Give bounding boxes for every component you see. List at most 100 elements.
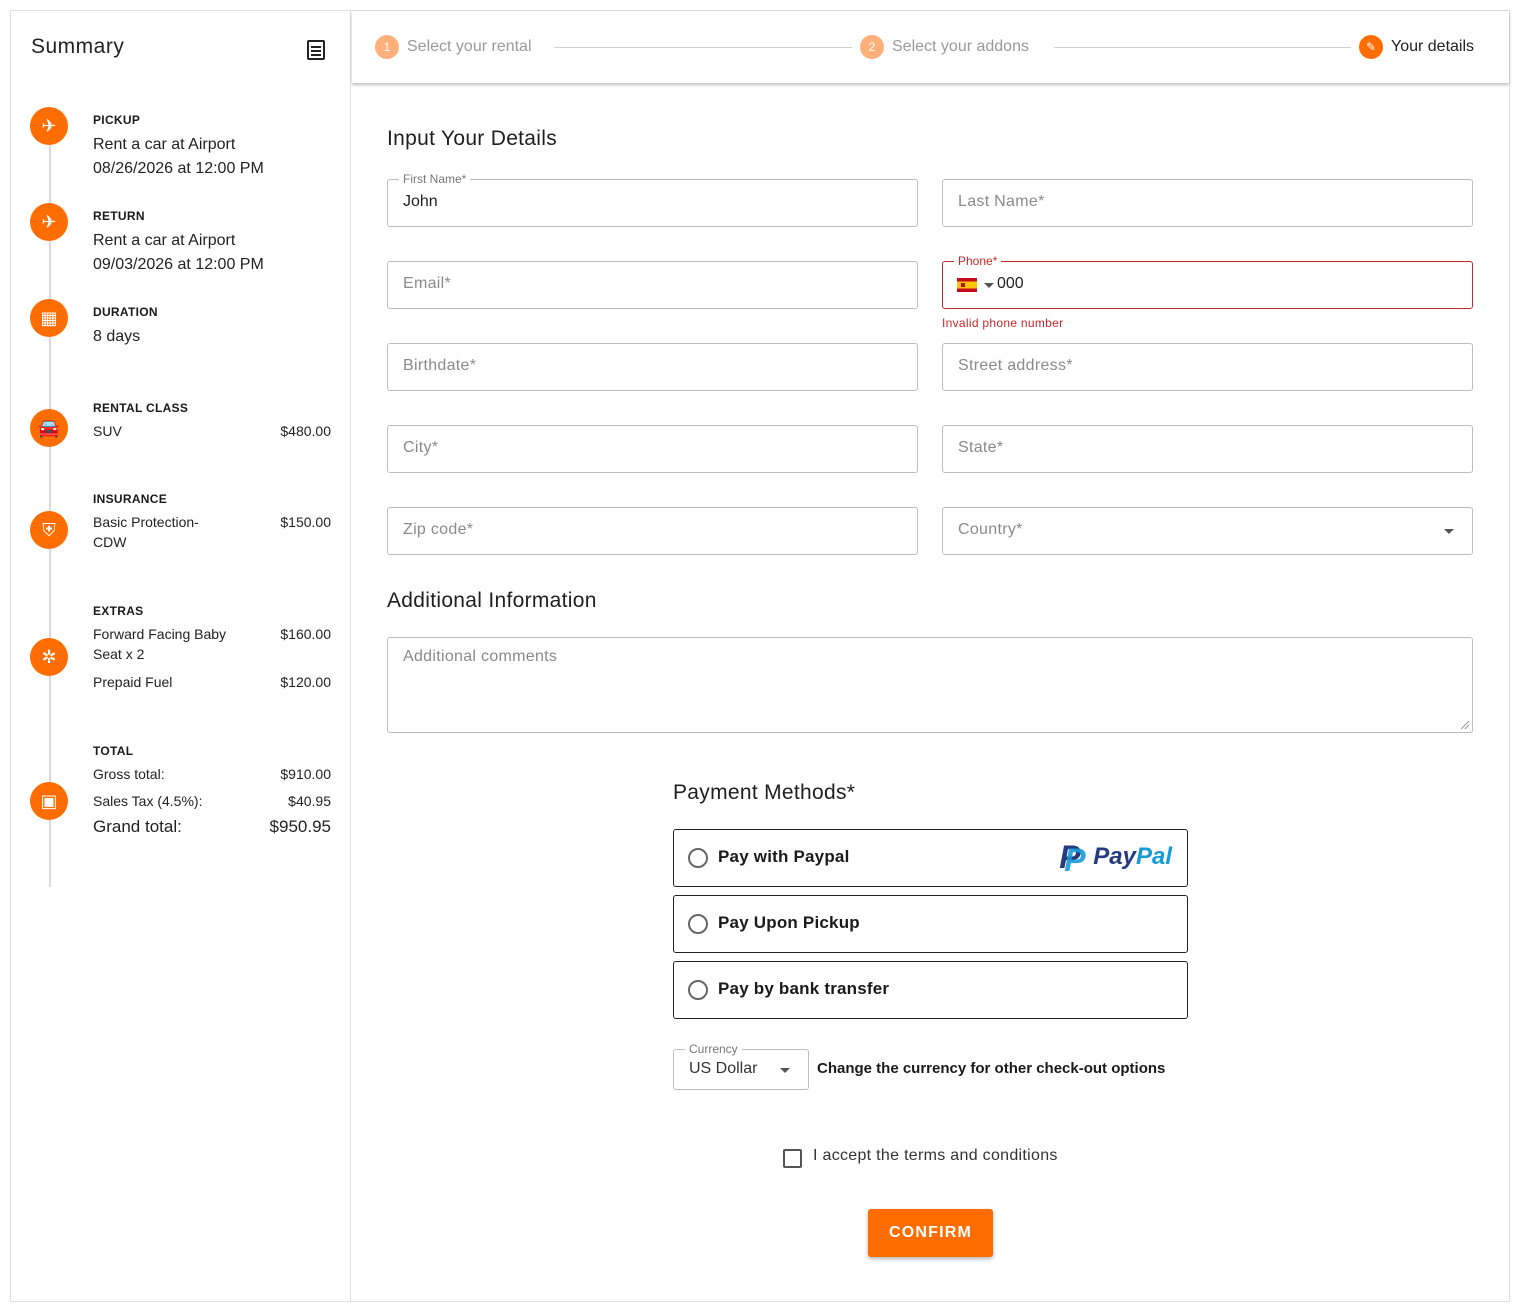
duration-value: 8 days [93, 328, 141, 345]
step-label: Your details [1391, 38, 1475, 55]
state-field[interactable]: State* [942, 425, 1473, 473]
extras-item-name: Forward Facing Baby Seat x 2 [93, 626, 227, 662]
first-name-legend: First Name* [399, 172, 471, 186]
street-address-field[interactable]: Street address* [942, 343, 1473, 391]
phone-legend: Phone* [954, 254, 1002, 268]
insurance-name: Basic Protection-CDW [93, 514, 199, 550]
payment-option-pickup[interactable]: Pay Upon Pickup [673, 895, 1188, 953]
phone-field[interactable]: Phone* 000 [942, 254, 1473, 309]
insurance-section: INSURANCE Basic Protection-CDW $150.00 [93, 492, 331, 552]
summary-title: Summary [31, 35, 125, 58]
street-address-placeholder: Street address* [958, 357, 1073, 374]
email-placeholder: Email* [403, 275, 452, 292]
summary-sidebar: Summary ✈ PICKUP Rent a car at Airport 0… [11, 11, 351, 1301]
step-label: Select your addons [892, 38, 1029, 55]
return-datetime: 09/03/2026 at 12:00 PM [93, 256, 264, 273]
pickup-radio[interactable] [688, 914, 708, 934]
step-select-rental[interactable]: 1 Select your rental [375, 35, 532, 59]
currency-value: US Dollar [689, 1060, 758, 1077]
step-number: 1 [375, 35, 399, 59]
return-location: Rent a car at Airport [93, 232, 236, 249]
resize-handle-icon[interactable] [1461, 721, 1469, 729]
duration-label: DURATION [93, 305, 158, 319]
payment-option-paypal[interactable]: Pay with Paypal PP Pay Pal [673, 829, 1188, 887]
duration-section: DURATION 8 days [93, 305, 331, 349]
email-field[interactable]: Email* [387, 261, 918, 309]
additional-info-heading: Additional Information [387, 589, 597, 612]
receipt-icon[interactable] [307, 40, 325, 60]
sales-tax-label: Sales Tax (4.5%): [93, 793, 203, 809]
city-placeholder: City* [403, 439, 439, 456]
step-number: 2 [860, 35, 884, 59]
pickup-location: Rent a car at Airport [93, 136, 236, 153]
additional-comments-input[interactable]: Additional comments [387, 637, 1473, 733]
payment-option-label: Pay by bank transfer [718, 979, 890, 998]
extras-item: Forward Facing Baby Seat x 2 $160.00 [93, 624, 331, 664]
pickup-label: PICKUP [93, 113, 141, 127]
additional-comments-placeholder: Additional comments [403, 648, 558, 665]
app-frame: Summary ✈ PICKUP Rent a car at Airport 0… [10, 10, 1510, 1302]
last-name-placeholder: Last Name* [958, 193, 1045, 210]
zip-code-placeholder: Zip code* [403, 521, 474, 538]
rental-class-name: SUV [93, 423, 122, 439]
chevron-down-icon[interactable] [780, 1068, 790, 1073]
rental-class-label: RENTAL CLASS [93, 401, 189, 415]
payment-option-label: Pay Upon Pickup [718, 913, 860, 932]
insurance-label: INSURANCE [93, 492, 168, 506]
confirm-button[interactable]: CONFIRM [868, 1209, 993, 1257]
city-field[interactable]: City* [387, 425, 918, 473]
paypal-logo: PP Pay Pal [1059, 839, 1172, 878]
spain-flag-icon[interactable] [957, 278, 977, 292]
payment-option-bank-transfer[interactable]: Pay by bank transfer [673, 961, 1188, 1019]
first-name-field[interactable]: First Name* John [387, 172, 918, 227]
last-name-field[interactable]: Last Name* [942, 179, 1473, 227]
grand-total-value: $950.95 [269, 817, 331, 836]
calendar-icon: ▦ [30, 299, 68, 337]
extras-item-price: $160.00 [280, 626, 331, 642]
grand-total-label: Grand total: [93, 817, 182, 836]
gross-total-label: Gross total: [93, 766, 165, 782]
extras-item-name: Prepaid Fuel [93, 674, 173, 690]
birthdate-placeholder: Birthdate* [403, 357, 477, 374]
zip-code-field[interactable]: Zip code* [387, 507, 918, 555]
currency-select[interactable]: Currency US Dollar [673, 1042, 809, 1090]
cash-icon: ▣ [30, 782, 68, 820]
total-section: TOTAL Gross total: $910.00 Sales Tax (4.… [93, 744, 331, 837]
return-section: RETURN Rent a car at Airport 09/03/2026 … [93, 209, 331, 277]
paypal-radio[interactable] [688, 848, 708, 868]
phone-error: Invalid phone number [942, 316, 1064, 330]
rental-class-section: RENTAL CLASS SUV $480.00 [93, 401, 331, 441]
extras-item-price: $120.00 [280, 674, 331, 690]
total-label: TOTAL [93, 744, 134, 758]
pickup-section: PICKUP Rent a car at Airport 08/26/2026 … [93, 113, 331, 181]
gross-total-value: $910.00 [280, 766, 331, 782]
bank-transfer-radio[interactable] [688, 980, 708, 1000]
birthdate-field[interactable]: Birthdate* [387, 343, 918, 391]
chevron-down-icon[interactable] [1444, 529, 1454, 534]
shield-icon: ⛨ [30, 511, 68, 549]
step-select-addons[interactable]: 2 Select your addons [860, 35, 1029, 59]
step-connector [554, 47, 852, 48]
step-connector [1054, 47, 1351, 48]
rental-class-price: $480.00 [280, 423, 331, 439]
car-icon: 🚘 [30, 409, 68, 447]
edit-icon: ✎ [1359, 35, 1383, 59]
payment-option-label: Pay with Paypal [718, 847, 850, 866]
extras-section: EXTRAS Forward Facing Baby Seat x 2 $160… [93, 604, 331, 692]
terms-checkbox[interactable] [783, 1149, 802, 1168]
country-placeholder: Country* [958, 521, 1023, 538]
details-heading: Input Your Details [387, 127, 558, 150]
step-your-details[interactable]: ✎ Your details [1359, 35, 1474, 59]
chevron-down-icon[interactable] [984, 283, 994, 288]
payment-methods-heading: Payment Methods* [673, 781, 856, 804]
country-select[interactable]: Country* [942, 507, 1473, 555]
paypal-p-icon: PP [1059, 839, 1086, 878]
state-placeholder: State* [958, 439, 1004, 456]
extras-item: Prepaid Fuel $120.00 [93, 672, 331, 692]
terms-label[interactable]: I accept the terms and conditions [813, 1147, 1058, 1165]
step-label: Select your rental [407, 38, 532, 55]
currency-note: Change the currency for other check-out … [817, 1060, 1166, 1077]
checkout-stepper: 1 Select your rental 2 Select your addon… [352, 11, 1509, 83]
first-name-value: John [403, 193, 438, 210]
sales-tax-value: $40.95 [288, 793, 331, 809]
